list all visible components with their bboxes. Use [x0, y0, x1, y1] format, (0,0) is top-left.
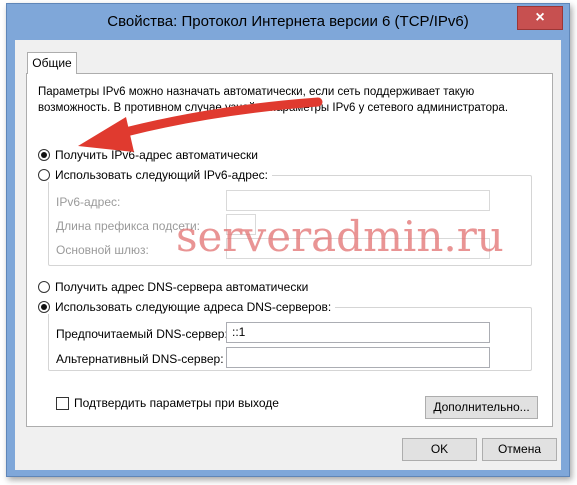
dns-manual-label: Использовать следующие адреса DNS-сервер… [55, 300, 332, 314]
dns-auto-radio[interactable]: Получить адрес DNS-сервера автоматически [38, 280, 308, 294]
dns-auto-radio-indicator[interactable] [38, 281, 50, 293]
window-title: Свойства: Протокол Интернета версии 6 (T… [107, 13, 469, 30]
dns-manual-radio-indicator[interactable] [38, 301, 50, 313]
close-button[interactable]: × [517, 6, 563, 30]
validate-on-exit-label: Подтвердить параметры при выходе [74, 396, 279, 410]
dns-manual-radio[interactable]: Использовать следующие адреса DNS-сервер… [38, 300, 336, 314]
preferred-dns-field[interactable]: ::1 [226, 322, 490, 343]
validate-on-exit-checkbox-box[interactable] [56, 396, 69, 410]
ipv6-address-label: IPv6-адрес: [56, 195, 121, 209]
tab-general[interactable]: Общие [27, 52, 77, 74]
dns-auto-label: Получить адрес DNS-сервера автоматически [55, 280, 309, 294]
ip-manual-radio[interactable]: Использовать следующий IPv6-адрес: [38, 168, 272, 182]
watermark-text: serveradmin.ru [176, 212, 504, 261]
ok-button[interactable]: OK [402, 438, 477, 461]
title-bar[interactable]: Свойства: Протокол Интернета версии 6 (T… [7, 4, 569, 40]
ip-manual-radio-indicator[interactable] [38, 169, 50, 181]
ipv6-address-field[interactable] [226, 190, 490, 211]
ip-manual-label: Использовать следующий IPv6-адрес: [55, 168, 268, 182]
ip-auto-radio[interactable]: Получить IPv6-адрес автоматически [38, 148, 258, 162]
gateway-label: Основной шлюз: [56, 243, 149, 257]
validate-on-exit-checkbox[interactable]: Подтвердить параметры при выходе [56, 396, 279, 410]
cancel-button[interactable]: Отмена [482, 438, 557, 461]
alternate-dns-label: Альтернативный DNS-сервер: [56, 352, 224, 366]
alternate-dns-field[interactable] [226, 347, 490, 368]
advanced-button[interactable]: Дополнительно... [425, 396, 538, 419]
ip-auto-label: Получить IPv6-адрес автоматически [55, 148, 258, 162]
description-text: Параметры IPv6 можно назначать автоматич… [38, 86, 509, 114]
preferred-dns-label: Предпочитаемый DNS-сервер: [56, 327, 228, 341]
ip-auto-radio-indicator[interactable] [38, 149, 50, 161]
